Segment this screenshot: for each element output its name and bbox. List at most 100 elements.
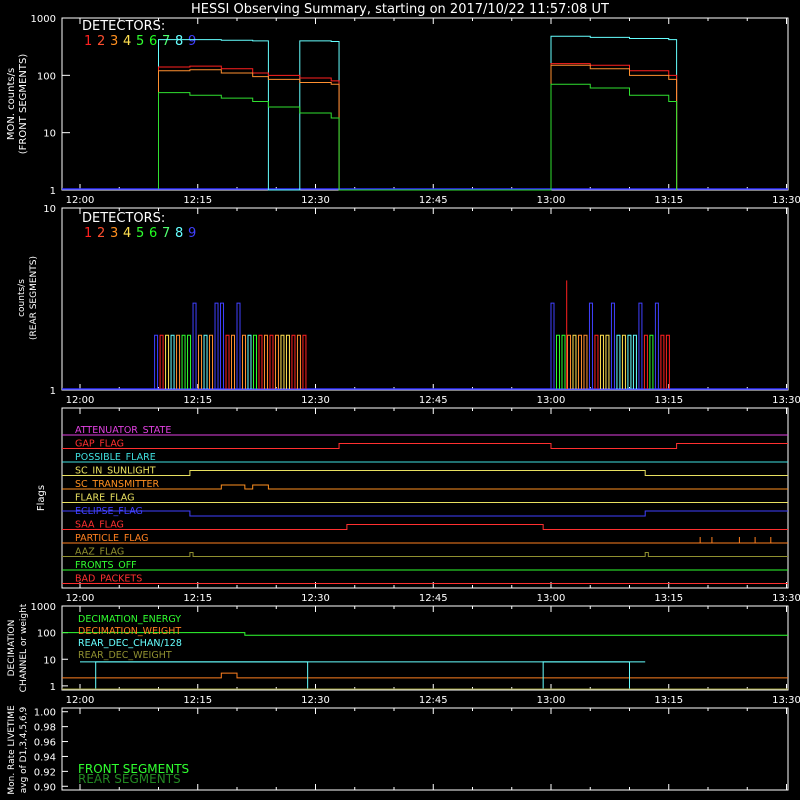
detector-number: 4 [123,226,131,241]
rear-pulse [220,302,225,389]
x-tick-label: 13:30 [772,195,800,206]
rear-pulse [252,334,257,389]
flag-label: PARTICLE_FLAG [75,533,148,544]
y-tick-label: 1000 [31,14,56,25]
rear-detectors-label: DETECTORS: [82,211,165,226]
detector-number: 2 [97,226,105,241]
rear-pulse [594,334,599,389]
y-tick-label: 10 [43,655,56,666]
flag-label: SC_IN_SUNLIGHT [75,466,156,477]
x-tick-label: 12:30 [301,195,330,206]
rear-pulse [263,334,268,389]
flag-label: ATTENUATOR_STATE [75,425,171,436]
flag-label: FLARE_FLAG [75,493,135,504]
flag-label: GAP_FLAG [75,439,124,450]
flag-line [62,552,788,557]
rear-pulse [192,302,197,389]
x-tick-label: 13:30 [772,695,800,706]
rear-pulse [588,302,593,389]
x-tick-label: 13:00 [537,195,566,206]
decim-legend-label: REAR_DEC_WEIGHT [78,650,172,661]
detector-number: 3 [110,226,118,241]
rear-detector-numbers: 123456789 [84,226,196,241]
rear-pulse [649,334,654,389]
rear-pulse [577,334,582,389]
rear-pulse [616,334,621,389]
x-tick-label: 12:15 [183,195,212,206]
front-series-2 [158,64,678,191]
x-tick-label: 13:00 [537,695,566,706]
decim-ylabel-1: DECIMATION [7,620,17,677]
y-tick-label: 1.00 [34,708,56,719]
rear-pulse [660,334,665,389]
flag-label: SAA_FLAG [75,520,124,531]
x-tick-label: 12:00 [66,395,95,406]
rear-pulse [203,334,208,389]
detector-number: 6 [149,226,157,241]
front-series-1 [158,63,678,191]
front-detector-numbers: 123456789 [84,34,196,49]
rear-pulse [654,302,659,389]
x-tick-label: 12:45 [419,593,448,604]
rear-pulse [638,302,643,389]
rear-pulse [302,334,307,389]
x-tick-label: 13:30 [772,395,800,406]
x-tick-label: 13:15 [654,195,683,206]
flag-label: FRONTS_OFF [75,560,137,571]
axes-layer: 12:00 12:15 12:30 12:45 13:00 13:15 13:30 12:00… [31,14,800,793]
front-ylabel-1: MON. counts/s [6,68,17,140]
rear-dec-box [95,661,309,689]
plot-layer: DECIMATION_ENERGYDECIMATION_WEIGHTREAR_D… [62,35,788,786]
x-tick-label: 13:15 [654,593,683,604]
rear-pulse [214,302,219,389]
rear-dec-box [542,661,630,689]
flag-line [62,524,788,530]
detector-number: 7 [162,226,170,241]
rear-ylabel-1: counts/s [17,279,27,317]
y-tick-label: 100 [37,629,56,640]
x-tick-label: 12:45 [419,395,448,406]
y-tick-label: 1000 [31,602,56,613]
y-tick-label: 1 [50,186,56,197]
rear-pulse [610,302,615,389]
detector-number: 5 [136,34,144,49]
y-tick-label: 0.98 [34,723,56,734]
front-series-8 [158,35,678,191]
rear-pulse [187,334,192,389]
rear-pulse [159,334,164,389]
detector-number: 3 [110,34,118,49]
rear-pulse [296,334,301,389]
x-tick-label: 12:00 [66,695,95,706]
flag-label: AAZ_FLAG [75,547,124,558]
rear-pulse [274,334,279,389]
x-tick-label: 12:15 [183,695,212,706]
rear-pulse [561,334,566,389]
rear-pulse [247,334,252,389]
y-tick-label: 10 [43,129,56,140]
rear-pulse [165,334,170,389]
rear-pulse [550,302,555,389]
y-tick-label: 1 [50,682,56,693]
rear-pulse [572,334,577,389]
front-detectors-label: DETECTORS: [82,19,165,34]
y-tick-label: 0.90 [34,782,56,793]
rear-pulse [170,334,175,389]
detector-number: 1 [84,34,92,49]
rear-pulse [605,334,610,389]
rear-pulse [198,334,203,389]
x-tick-label: 12:00 [66,593,95,604]
rear-pulse [176,334,181,389]
flag-line [62,443,788,449]
x-tick-label: 13:00 [537,395,566,406]
x-tick-label: 13:15 [654,695,683,706]
x-tick-label: 12:30 [301,695,330,706]
flags-ylabel: Flags [36,485,47,511]
rear-pulse [285,334,290,389]
flag-line [62,510,788,517]
rear-pulse [209,334,214,389]
rear-pulse [665,334,670,389]
x-tick-label: 13:00 [537,593,566,604]
y-tick-label: 0.92 [34,767,56,778]
rear-pulse [269,334,274,389]
rear-pulse [258,334,263,389]
